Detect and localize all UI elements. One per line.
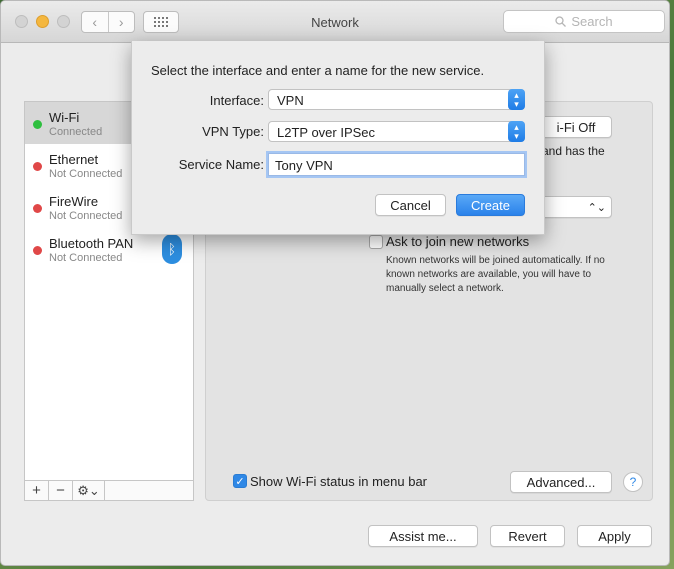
updown-arrows-icon: ▴ ▾ <box>508 121 525 142</box>
ask-join-checkbox[interactable] <box>369 235 383 249</box>
service-name-value: Tony VPN <box>275 158 333 173</box>
sheet-instructions: Select the interface and enter a name fo… <box>151 63 485 78</box>
ask-join-description: Known networks will be joined automatica… <box>386 255 605 294</box>
service-status: Connected <box>49 126 103 138</box>
service-name: Bluetooth PAN <box>49 236 134 251</box>
vpn-type-popup[interactable]: L2TP over IPSec ▴ ▾ <box>268 121 525 142</box>
service-status: Not Connected <box>49 252 123 264</box>
checkmark-icon: ✓ <box>235 475 245 488</box>
updown-arrows-icon: ▴ ▾ <box>508 89 525 110</box>
help-button[interactable]: ? <box>623 472 643 492</box>
ask-join-label: Ask to join new networks <box>386 234 530 249</box>
revert-button[interactable]: Revert <box>490 525 565 547</box>
service-name: FireWire <box>49 194 99 209</box>
service-name-label: Service Name: <box>178 157 264 172</box>
updown-chevron-icon: ⌃⌄ <box>587 201 606 214</box>
bluetooth-icon: ᛒ <box>162 234 182 264</box>
description-fragment: and has the <box>542 144 605 158</box>
help-icon: ? <box>629 475 637 489</box>
status-dot-icon <box>33 204 42 213</box>
show-status-checkbox[interactable]: ✓ <box>233 474 247 488</box>
service-status: Not Connected <box>49 210 123 222</box>
turn-wifi-off-button[interactable]: i-Fi Off <box>540 116 612 138</box>
search-field[interactable]: Search <box>503 10 665 33</box>
title-bar: ‹ › Network Search <box>1 1 669 43</box>
new-service-sheet: Select the interface and enter a name fo… <box>131 41 545 235</box>
interface-label: Interface: <box>209 93 264 108</box>
interface-popup[interactable]: VPN ▴ ▾ <box>268 89 525 110</box>
create-button[interactable]: Create <box>456 194 525 216</box>
interface-value: VPN <box>277 93 304 108</box>
advanced-button[interactable]: Advanced... <box>510 471 612 493</box>
vpn-type-value: L2TP over IPSec <box>277 125 376 140</box>
cancel-button[interactable]: Cancel <box>375 194 446 216</box>
vpn-type-label: VPN Type: <box>202 124 264 139</box>
assist-me-button[interactable]: Assist me... <box>368 525 478 547</box>
search-placeholder: Search <box>571 14 613 29</box>
apply-button[interactable]: Apply <box>577 525 652 547</box>
show-status-label: Show Wi-Fi status in menu bar <box>250 474 428 489</box>
service-status: Not Connected <box>49 168 123 180</box>
service-name-field[interactable]: Tony VPN <box>268 153 525 176</box>
remove-service-button[interactable]: − <box>49 481 73 500</box>
network-preferences-window: ‹ › Network Search Wi-Fi Connected Ether… <box>0 0 670 566</box>
service-name: Ethernet <box>49 152 99 167</box>
service-list-toolbar: + − ⚙⌄ <box>25 480 193 500</box>
status-dot-icon <box>33 120 42 129</box>
search-icon <box>555 16 567 27</box>
add-service-button[interactable]: + <box>25 481 49 500</box>
status-dot-icon <box>33 162 42 171</box>
gear-menu-button[interactable]: ⚙⌄ <box>73 481 105 500</box>
service-name: Wi-Fi <box>49 110 80 125</box>
network-name-popup[interactable]: ⌃⌄ <box>540 196 612 218</box>
status-dot-icon <box>33 246 42 255</box>
